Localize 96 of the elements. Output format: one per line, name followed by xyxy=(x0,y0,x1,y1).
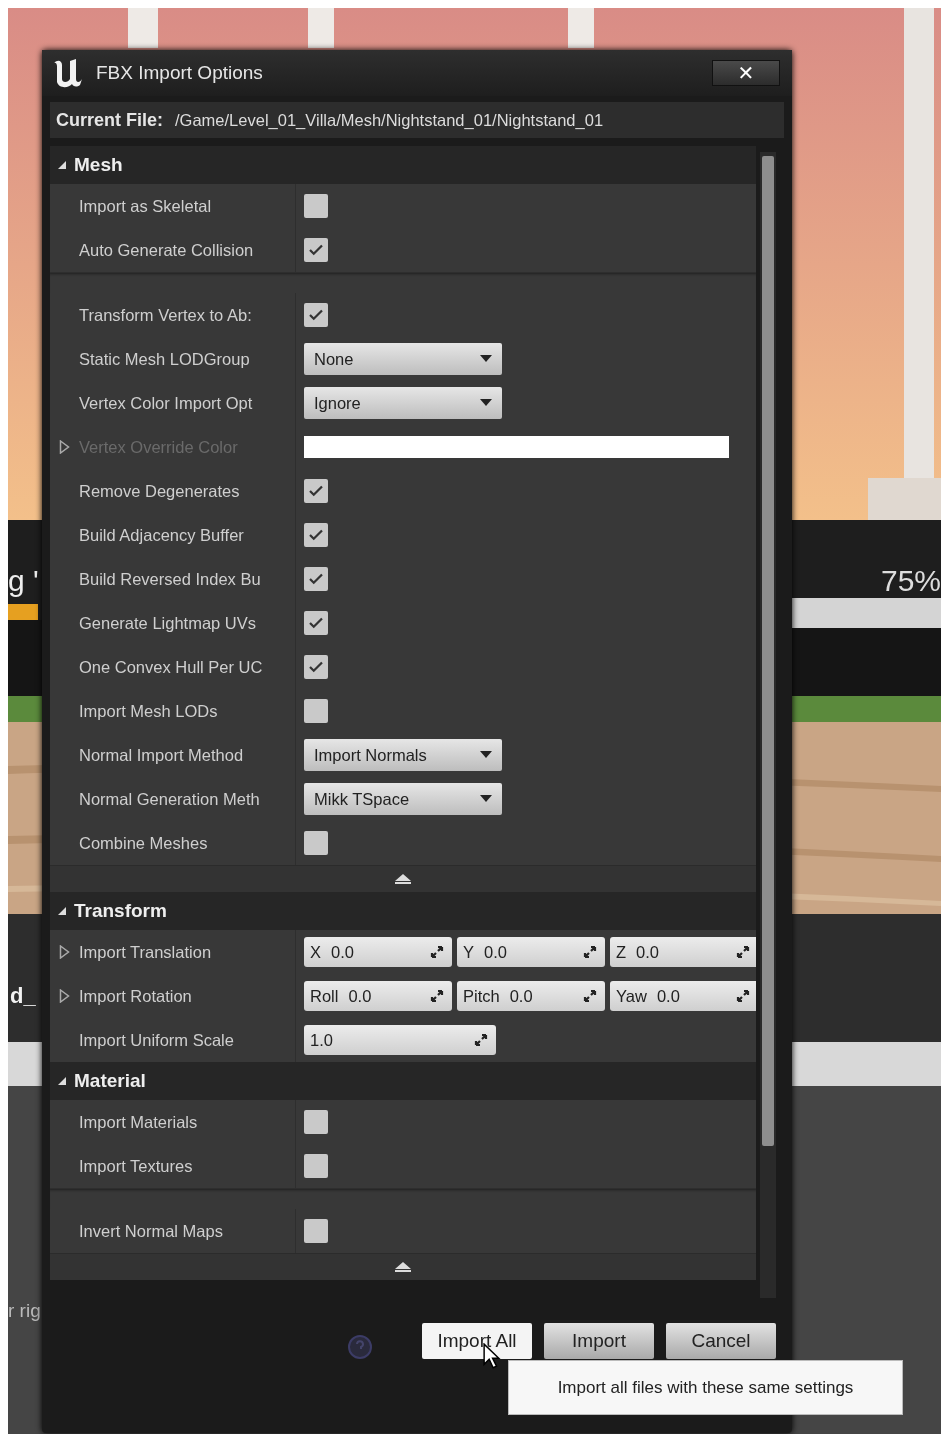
field-value: 0.0 xyxy=(331,942,355,962)
caret-icon xyxy=(480,355,492,363)
dropdown[interactable]: Ignore xyxy=(304,387,502,419)
property-label: Invert Normal Maps xyxy=(79,1221,223,1241)
property-label: Generate Lightmap UVs xyxy=(79,613,256,633)
field-value: 0.0 xyxy=(636,942,661,962)
spin-arrows-icon[interactable] xyxy=(736,945,750,959)
section-title: Transform xyxy=(74,900,167,922)
spin-arrows-icon[interactable] xyxy=(430,989,444,1003)
tooltip: Import all files with these same settings xyxy=(508,1360,903,1415)
spin-arrows-icon[interactable] xyxy=(583,989,597,1003)
checkbox[interactable] xyxy=(304,1110,328,1134)
field-label: Current File: xyxy=(56,109,163,131)
property-label: Import Uniform Scale xyxy=(79,1030,234,1050)
spin-arrows-icon[interactable] xyxy=(474,1033,488,1047)
spin-arrows-icon[interactable] xyxy=(430,945,444,959)
caret-icon xyxy=(480,795,492,803)
dialog-button[interactable]: Import All xyxy=(422,1323,532,1359)
property-label: Static Mesh LODGroup xyxy=(79,349,250,369)
property-label: One Convex Hull Per UC xyxy=(79,657,263,677)
property-label: Vertex Color Import Opt xyxy=(79,393,253,413)
spin-arrows-icon[interactable] xyxy=(583,945,597,959)
checkbox[interactable] xyxy=(304,523,328,547)
collapse-triangle-icon[interactable] xyxy=(56,905,68,917)
number-field[interactable]: Pitch 0.0 xyxy=(457,981,605,1011)
field-value: 0.0 xyxy=(484,942,508,962)
property-label: Import as Skeletal xyxy=(79,196,212,216)
property-label: Import Textures xyxy=(79,1156,193,1176)
dropdown[interactable]: Mikk TSpace xyxy=(304,783,502,815)
property-label: Build Adjacency Buffer xyxy=(79,525,244,545)
collapse-triangle-icon[interactable] xyxy=(56,159,68,171)
field-value: 0.0 xyxy=(509,986,534,1006)
checkbox[interactable] xyxy=(304,479,328,503)
caret-icon xyxy=(480,751,492,759)
checkbox[interactable] xyxy=(304,1154,328,1178)
number-field[interactable]: X 0.0 xyxy=(304,937,452,967)
background-label: 75% xyxy=(880,564,941,598)
axis-label: Roll xyxy=(310,986,339,1006)
checkbox[interactable] xyxy=(304,567,328,591)
axis-label: Z xyxy=(616,942,627,962)
property-label: Normal Import Method xyxy=(79,745,244,765)
dialog-button[interactable]: Import xyxy=(544,1323,654,1359)
property-label: Auto Generate Collision xyxy=(79,240,254,260)
color-swatch[interactable] xyxy=(304,436,729,458)
up-arrow-icon xyxy=(393,1261,413,1273)
section-title: Material xyxy=(74,1070,146,1092)
number-field[interactable]: 1.0 xyxy=(304,1025,496,1055)
number-field[interactable]: Yaw 0.0 xyxy=(610,981,756,1011)
property-label: Combine Meshes xyxy=(79,833,208,853)
expand-arrow-icon[interactable] xyxy=(58,989,71,1003)
caret-icon xyxy=(480,399,492,407)
property-label: Transform Vertex to Ab: xyxy=(79,305,252,325)
checkbox[interactable] xyxy=(304,655,328,679)
checkbox[interactable] xyxy=(304,303,328,327)
collapse-triangle-icon[interactable] xyxy=(56,1075,68,1087)
dialog-button[interactable]: Cancel xyxy=(666,1323,776,1359)
checkbox[interactable] xyxy=(304,831,328,855)
field-value: 1.0 xyxy=(310,1030,334,1050)
field-value: 0.0 xyxy=(656,986,681,1006)
section-header[interactable]: Mesh xyxy=(50,146,756,184)
field-value: 0.0 xyxy=(348,986,373,1006)
close-button[interactable]: ✕ xyxy=(712,60,780,86)
property-label: Import Materials xyxy=(79,1112,198,1132)
checkbox[interactable] xyxy=(304,1219,328,1243)
checkbox[interactable] xyxy=(304,238,328,262)
up-arrow-icon xyxy=(393,873,413,885)
axis-label: X xyxy=(310,942,321,962)
section-title: Mesh xyxy=(74,154,123,176)
property-label: Build Reversed Index Bu xyxy=(79,569,261,589)
scrollbar-thumb[interactable] xyxy=(762,156,774,1146)
window-title: FBX Import Options xyxy=(96,62,264,84)
dropdown[interactable]: None xyxy=(304,343,502,375)
axis-label: Yaw xyxy=(616,986,647,1006)
accent-strip xyxy=(8,604,38,620)
property-label: Import Translation xyxy=(79,942,212,962)
checkbox[interactable] xyxy=(304,699,328,723)
spin-arrows-icon[interactable] xyxy=(736,989,750,1003)
background-label: g ' xyxy=(8,564,39,598)
file-path: /Game/Level_01_Villa/Mesh/Nightstand_01/Nightstand_01 xyxy=(175,110,604,130)
section-header[interactable]: Material xyxy=(50,1062,756,1100)
number-field[interactable]: Roll 0.0 xyxy=(304,981,452,1011)
property-label: Import Mesh LODs xyxy=(79,701,218,721)
background-label: d_ xyxy=(10,983,36,1009)
checkbox[interactable] xyxy=(304,194,328,218)
background-label: r rig xyxy=(8,1300,41,1322)
property-label: Import Rotation xyxy=(79,986,192,1006)
axis-label: Y xyxy=(463,942,474,962)
property-label: Remove Degenerates xyxy=(79,481,240,501)
number-field[interactable]: Y 0.0 xyxy=(457,937,605,967)
property-label: Normal Generation Meth xyxy=(79,789,260,809)
section-header[interactable]: Transform xyxy=(50,892,756,930)
axis-label: Pitch xyxy=(463,986,500,1006)
number-field[interactable]: Z 0.0 xyxy=(610,937,756,967)
checkbox[interactable] xyxy=(304,611,328,635)
dropdown[interactable]: Import Normals xyxy=(304,739,502,771)
expand-arrow-icon[interactable] xyxy=(58,945,71,959)
